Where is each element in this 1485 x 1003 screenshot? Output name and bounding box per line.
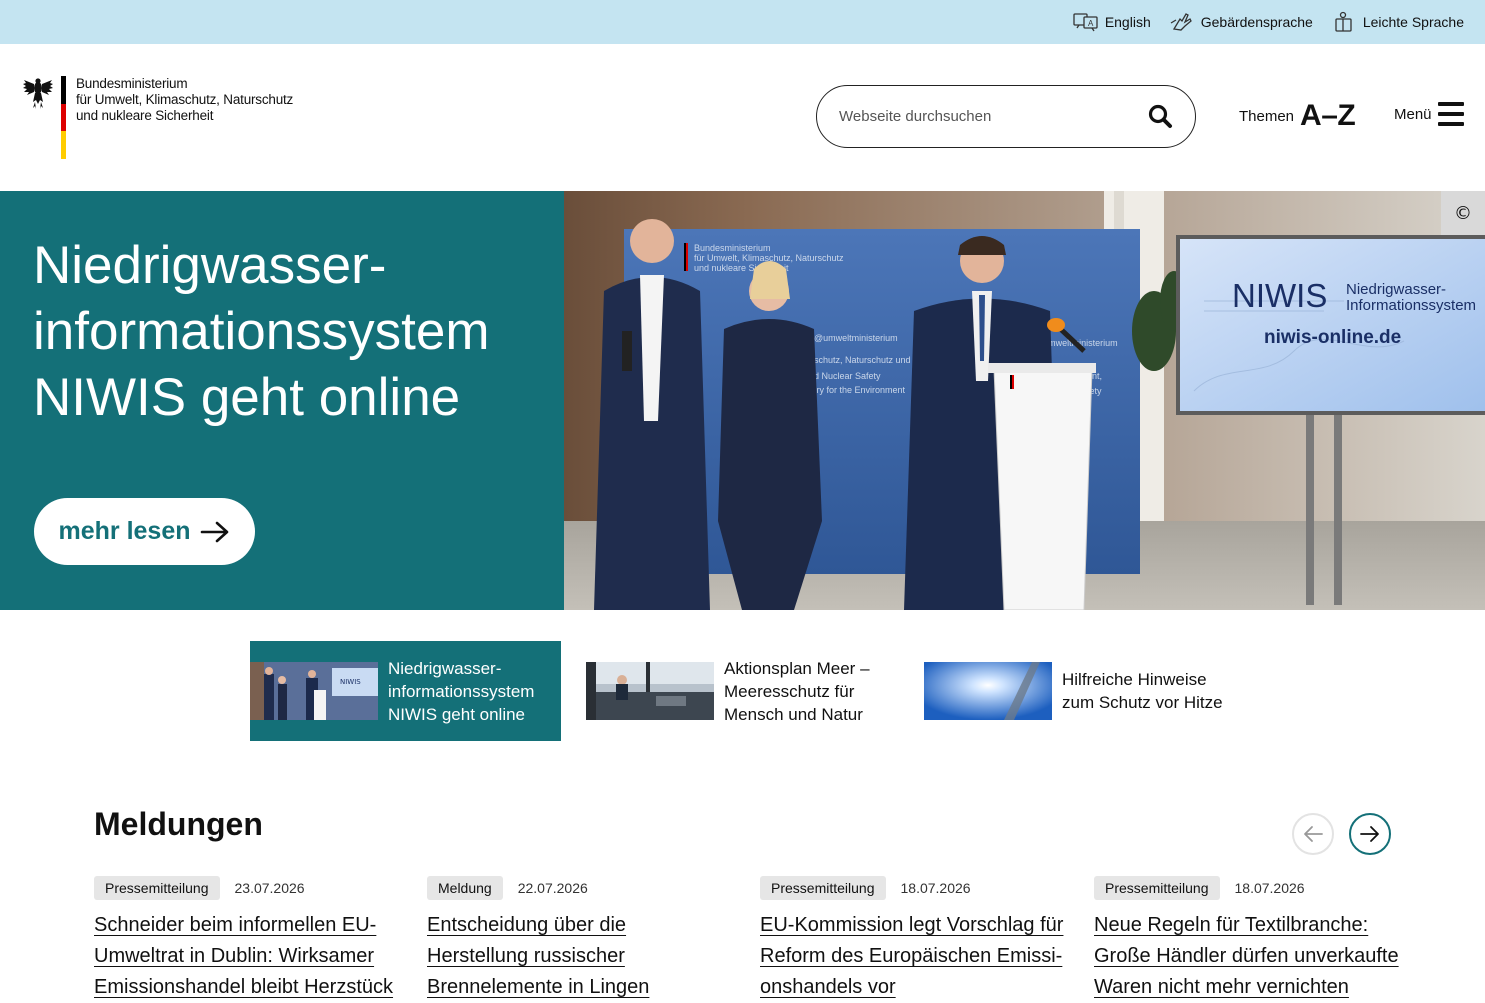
sign-language-label: Gebärdensprache xyxy=(1200,14,1313,30)
site-header: Bundesministerium für Umwelt, Klimaschut… xyxy=(0,44,1485,191)
arrow-right-icon xyxy=(1360,826,1379,842)
thumbnail-hitze-text: Hilfreiche Hinweise zum Schutz vor Hitze xyxy=(1052,668,1223,714)
arrow-right-icon xyxy=(200,521,228,542)
copyright-button[interactable]: © xyxy=(1441,191,1485,235)
hero-title-line: Niedrigwasser- xyxy=(33,236,387,295)
thumbnail-niwis[interactable]: NIWIS Niedrigwasser- informationssystem … xyxy=(250,641,561,741)
sign-language-icon xyxy=(1170,13,1192,31)
easy-language-icon xyxy=(1335,11,1352,32)
niwis-screen-text: NIWIS xyxy=(1232,277,1327,314)
sign-language-link[interactable]: Gebärdensprache xyxy=(1169,11,1313,33)
search-box xyxy=(816,85,1196,148)
thumbnail-aktionsplan-meer[interactable]: Aktionsplan Meer – Meeresschutz für Mens… xyxy=(586,641,898,741)
news-card-headline-link[interactable]: Schneider beim informellen EU-Umweltrat … xyxy=(94,910,399,1003)
news-card-headline-link[interactable]: EU-Kommission legt Vorschlag für Reform … xyxy=(760,910,1065,1003)
search-icon[interactable] xyxy=(1147,103,1173,129)
menu-button[interactable]: Menü xyxy=(1394,102,1464,126)
thumbnail-text-line: Meeresschutz für xyxy=(724,681,855,701)
easy-language-label: Leichte Sprache xyxy=(1362,14,1464,30)
arrow-left-icon xyxy=(1304,826,1323,842)
niwis-screen-sub2: Informationssystem xyxy=(1346,297,1476,314)
az-label: A–Z xyxy=(1300,99,1356,132)
thumbnail-meer-image xyxy=(586,662,714,720)
thumbnail-niwis-text: Niedrigwasser- informationssystem NIWIS … xyxy=(378,657,534,726)
news-card-tag: Pressemitteilung xyxy=(1094,876,1220,900)
english-link[interactable]: A English xyxy=(1073,11,1151,33)
thumbnail-text-line: Niedrigwasser- xyxy=(388,658,502,678)
read-more-label: mehr lesen xyxy=(58,517,191,545)
svg-text:NIWIS: NIWIS xyxy=(340,678,361,686)
thumbnail-text-line: Mensch und Natur xyxy=(724,704,863,724)
hero-text-panel: Niedrigwasser- informationssystem NIWIS … xyxy=(0,191,564,610)
news-card: Pressemitteilung 23.07.2026 Schneider be… xyxy=(94,875,399,1003)
niwis-screen-url: niwis-online.de xyxy=(1264,327,1401,348)
news-card-date: 23.07.2026 xyxy=(234,880,305,896)
themen-label: Themen xyxy=(1239,107,1295,125)
press-conference-photo: Bundesministerium für Umwelt, Klimaschut… xyxy=(564,191,1485,610)
news-prev-button[interactable] xyxy=(1292,813,1334,855)
hero-photo: Bundesministerium für Umwelt, Klimaschut… xyxy=(564,191,1485,610)
hero-teaser: Niedrigwasser- informationssystem NIWIS … xyxy=(0,191,1485,610)
hero-title: Niedrigwasser- informationssystem NIWIS … xyxy=(33,233,553,431)
thumbnail-hitze[interactable]: Hilfreiche Hinweise zum Schutz vor Hitze xyxy=(924,641,1250,741)
svg-text:A: A xyxy=(1088,19,1094,28)
hamburger-icon xyxy=(1437,102,1464,126)
thumbnail-niwis-image: NIWIS xyxy=(250,662,378,720)
thumbnail-text-line: Hilfreiche Hinweise xyxy=(1062,670,1207,689)
themen-az-button[interactable]: Themen A–Z xyxy=(1239,99,1356,133)
thumbnail-text-line: Aktionsplan Meer – xyxy=(724,658,870,678)
federal-eagle-icon xyxy=(23,78,53,109)
hero-title-line: NIWIS geht online xyxy=(33,368,461,427)
language-icon: A xyxy=(1073,13,1098,32)
news-section-title: Meldungen xyxy=(94,806,263,842)
news-card-tag: Pressemitteilung xyxy=(94,876,220,900)
teaser-thumbnails: NIWIS Niedrigwasser- informationssystem … xyxy=(250,641,1250,741)
news-card-headline-link[interactable]: Neue Regeln für Textilbranche: Große Hän… xyxy=(1094,910,1399,1003)
ministry-line-2: für Umwelt, Klimaschutz, Naturschutz xyxy=(76,92,294,107)
german-flag-bar xyxy=(61,76,66,160)
thumbnail-text-line: informationssystem xyxy=(388,681,535,701)
ministry-logo[interactable]: Bundesministerium für Umwelt, Klimaschut… xyxy=(22,76,293,160)
thumbnail-meer-text: Aktionsplan Meer – Meeresschutz für Mens… xyxy=(714,657,870,726)
ministry-line-1: Bundesministerium xyxy=(76,76,188,91)
news-card-tag: Pressemitteilung xyxy=(760,876,886,900)
ministry-name: Bundesministerium für Umwelt, Klimaschut… xyxy=(76,76,316,124)
search-input[interactable] xyxy=(839,108,1129,125)
menu-label: Menü xyxy=(1394,105,1432,123)
news-card-date: 18.07.2026 xyxy=(900,880,971,896)
easy-language-link[interactable]: Leichte Sprache xyxy=(1331,11,1464,33)
utility-bar: A English Gebärdensprache Leichte Sprach… xyxy=(0,0,1485,44)
svg-text:Bundesministerium: Bundesministerium xyxy=(694,243,771,253)
svg-text:try for the Environment: try for the Environment xyxy=(814,385,906,395)
thumbnail-hitze-image xyxy=(924,662,1052,720)
news-next-button[interactable] xyxy=(1349,813,1391,855)
svg-text:d Nuclear Safety: d Nuclear Safety xyxy=(814,371,881,381)
svg-text:schutz, Naturschutz und: schutz, Naturschutz und xyxy=(814,355,911,365)
news-card-date: 22.07.2026 xyxy=(517,880,588,896)
english-label: English xyxy=(1104,14,1151,30)
news-card: Pressemitteilung 18.07.2026 EU-Kommissio… xyxy=(760,875,1065,1003)
news-card-headline-link[interactable]: Entscheidung über die Herstellung russis… xyxy=(427,910,732,1003)
niwis-screen-sub1: Niedrigwasser- xyxy=(1346,281,1446,298)
thumbnail-text-line: zum Schutz vor Hitze xyxy=(1062,693,1223,712)
news-card-tag: Meldung xyxy=(427,876,503,900)
ministry-line-3: und nukleare Sicherheit xyxy=(76,108,214,123)
thumbnail-text-line: NIWIS geht online xyxy=(388,704,526,724)
svg-text:@umweltministerium: @umweltministerium xyxy=(814,333,898,343)
news-card: Pressemitteilung 18.07.2026 Neue Regeln … xyxy=(1094,875,1399,1003)
news-card-date: 18.07.2026 xyxy=(1234,880,1305,896)
news-card: Meldung 22.07.2026 Entscheidung über die… xyxy=(427,875,732,1003)
hero-title-line: informationssystem xyxy=(33,302,490,361)
read-more-button[interactable]: mehr lesen xyxy=(34,498,255,565)
